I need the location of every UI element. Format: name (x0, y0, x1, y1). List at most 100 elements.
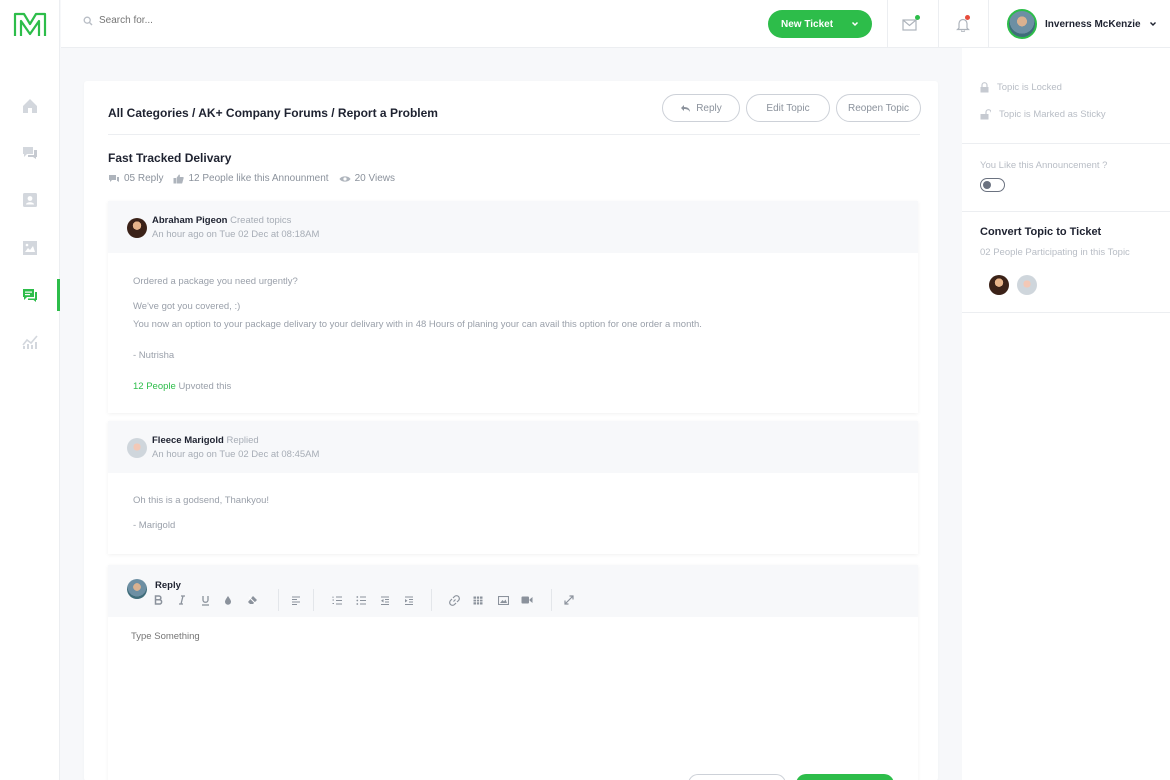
avatar (127, 218, 147, 238)
avatar (127, 438, 147, 458)
video-icon (521, 596, 533, 604)
like-toggle[interactable] (980, 178, 1005, 192)
sidebar-item-forum[interactable] (0, 279, 60, 311)
sidebar-item-contacts[interactable] (0, 184, 60, 216)
convert-to-ticket-title[interactable]: Convert Topic to Ticket (980, 226, 1101, 238)
messages-icon (23, 147, 37, 159)
reopen-topic-label: Reopen Topic (848, 102, 909, 114)
editor-toolbar: Reply (108, 565, 918, 617)
ordered-list-icon (332, 595, 342, 605)
like-count: 12 People like this Announment (173, 173, 329, 184)
new-ticket-button[interactable]: New Ticket (768, 10, 872, 38)
indent-icon (405, 595, 413, 605)
underline-icon (201, 595, 209, 606)
post-time: An hour ago on Tue 02 Dec at 08:18AM (152, 229, 320, 240)
table-button[interactable] (471, 593, 485, 607)
align-left-icon (292, 595, 300, 605)
notifications-button[interactable] (953, 14, 973, 34)
avatar (127, 579, 147, 599)
topic-sticky-option[interactable]: Topic is Marked as Sticky (980, 109, 1106, 120)
italic-button[interactable] (175, 593, 189, 607)
video-button[interactable] (520, 593, 534, 607)
view-count-text: 20 Views (354, 173, 395, 184)
sidebar-item-messages[interactable] (0, 137, 60, 169)
expand-icon (564, 595, 574, 605)
post: Fleece Marigold Replied An hour ago on T… (108, 421, 918, 554)
post-action: Replied (226, 435, 259, 446)
thumbs-up-icon (173, 174, 185, 183)
drop-icon (225, 596, 231, 605)
divider (278, 589, 279, 611)
upvote-line: 12 People Upvoted this (133, 381, 231, 392)
reopen-topic-button[interactable]: Reopen Topic (836, 94, 921, 122)
chevron-down-icon[interactable] (850, 19, 860, 29)
bold-button[interactable] (151, 593, 165, 607)
divider (988, 0, 989, 48)
fullscreen-button[interactable] (562, 593, 576, 607)
unlock-icon (980, 109, 991, 120)
mail-notification-dot (915, 15, 920, 20)
underline-button[interactable] (198, 593, 212, 607)
submit-reply-button[interactable] (796, 774, 894, 780)
bullet-list-button[interactable] (354, 593, 368, 607)
align-left-button[interactable] (289, 593, 303, 607)
ordered-list-button[interactable] (330, 593, 344, 607)
sidebar-item-reports[interactable] (0, 326, 60, 358)
reply-count-text: 05 Reply (124, 173, 164, 184)
text-color-button[interactable] (221, 593, 235, 607)
outdent-button[interactable] (378, 593, 392, 607)
like-question-label: You Like this Announcement ? (980, 160, 1108, 171)
view-count: 20 Views (339, 173, 395, 184)
reply-count: 05 Reply (108, 173, 163, 184)
divider (887, 0, 888, 48)
reply-textarea[interactable] (131, 631, 891, 741)
table-icon (473, 596, 483, 604)
post-action: Created topics (230, 215, 292, 226)
image-button[interactable] (496, 593, 510, 607)
avatar[interactable] (1017, 275, 1037, 295)
reply-icon (681, 104, 691, 112)
post-body: Oh this is a godsend, Thankyou! - Marigo… (108, 473, 918, 554)
post-header: Abraham Pigeon Created topics An hour ag… (108, 201, 918, 253)
divider (962, 211, 1170, 212)
mail-button[interactable] (900, 14, 920, 34)
clear-format-button[interactable] (245, 593, 259, 607)
divider (431, 589, 432, 611)
user-menu[interactable]: Inverness McKenzie (1007, 9, 1157, 39)
like-question: You Like this Announcement ? (980, 160, 1107, 171)
topic-title: Fast Tracked Delivary (108, 151, 232, 165)
cancel-button[interactable] (688, 774, 786, 780)
post-author[interactable]: Fleece Marigold (152, 435, 224, 446)
gallery-icon (23, 241, 37, 255)
post-line: You now an option to your package deliva… (133, 319, 702, 330)
search-input[interactable] (99, 15, 299, 26)
avatar[interactable] (989, 275, 1009, 295)
reply-button[interactable]: Reply (662, 94, 740, 122)
topic-locked-option[interactable]: Topic is Locked (980, 82, 1062, 93)
contacts-icon (23, 193, 37, 207)
top-bar: New Ticket Inverness McKenzie (61, 0, 1170, 48)
sidebar-item-home[interactable] (0, 90, 60, 122)
post-author-line: Fleece Marigold Replied (152, 435, 259, 446)
link-button[interactable] (447, 593, 461, 607)
sidebar-item-gallery[interactable] (0, 232, 60, 264)
topic-sticky-label: Topic is Marked as Sticky (999, 109, 1106, 120)
link-icon (448, 594, 460, 606)
divider (313, 589, 314, 611)
outdent-icon (381, 595, 389, 605)
user-name: Inverness McKenzie (1045, 18, 1141, 30)
participants-count: 02 People Participating in this Topic (980, 247, 1130, 258)
indent-button[interactable] (402, 593, 416, 607)
post-author[interactable]: Abraham Pigeon (152, 215, 228, 226)
reply-editor: Reply (108, 565, 918, 780)
edit-topic-button[interactable]: Edit Topic (746, 94, 830, 122)
post-body: Ordered a package you need urgently? We'… (108, 253, 918, 413)
post-line: Ordered a package you need urgently? (133, 276, 298, 287)
post-time: An hour ago on Tue 02 Dec at 08:45AM (152, 449, 320, 460)
logo-icon (13, 12, 47, 36)
sidebar (0, 0, 60, 780)
reports-icon (22, 335, 38, 349)
search-box (83, 15, 299, 26)
upvote-count[interactable]: 12 People (133, 381, 176, 392)
bold-icon (154, 595, 162, 605)
